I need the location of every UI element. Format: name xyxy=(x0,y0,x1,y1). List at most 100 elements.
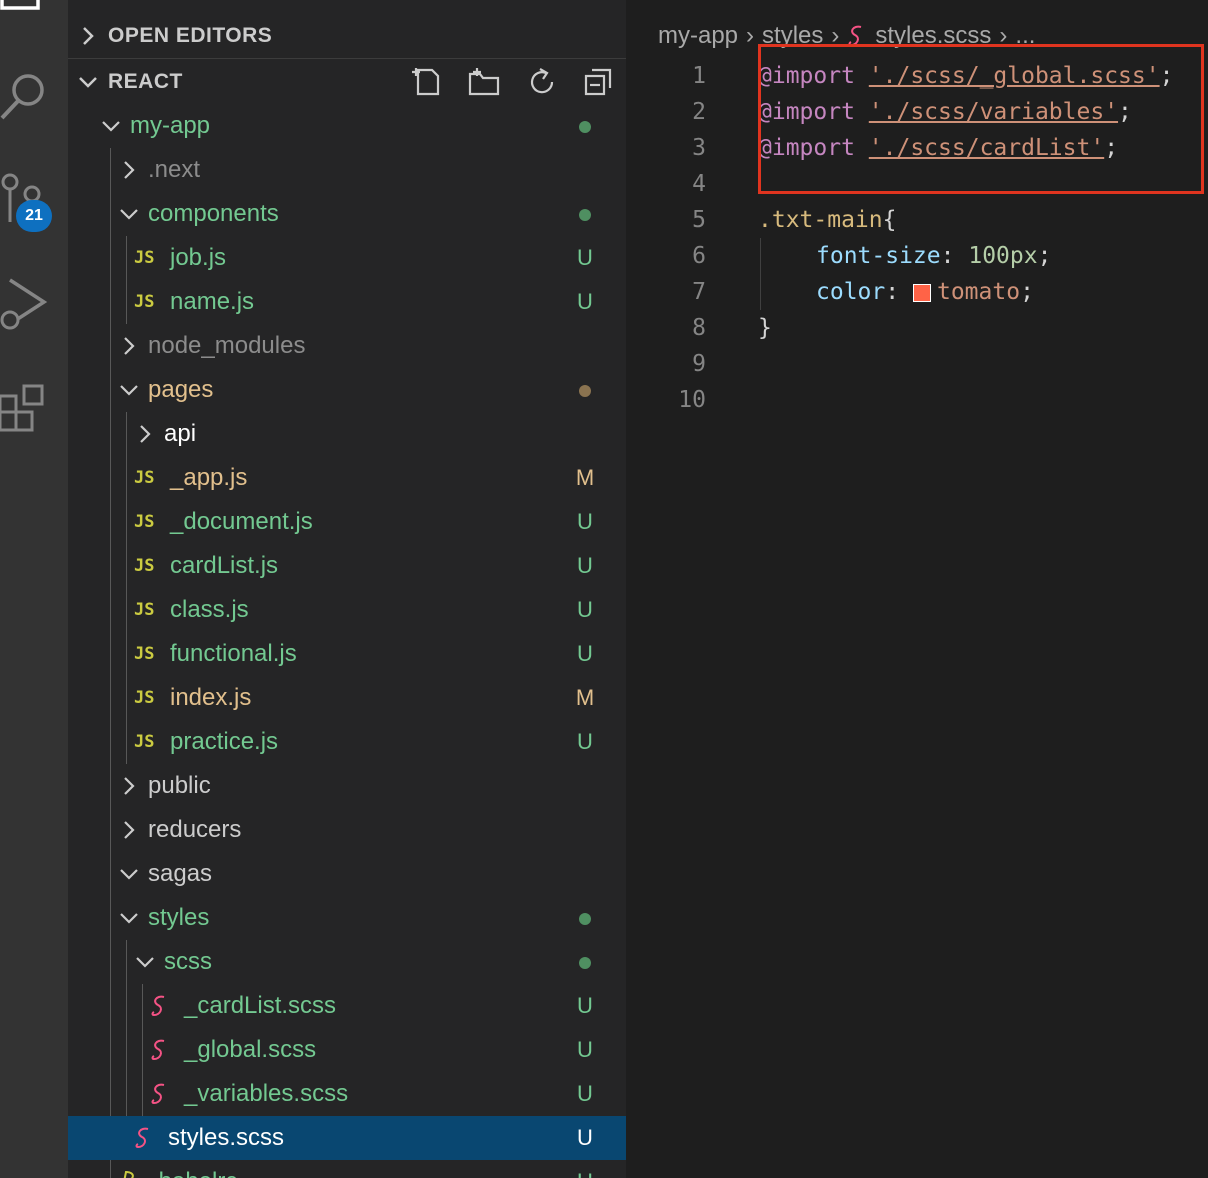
tree-file-practice-js[interactable]: JS practice.js U xyxy=(68,720,626,764)
code-line: 3 @import './scss/cardList'; xyxy=(626,130,1118,166)
javascript-file-icon: JS xyxy=(134,688,155,708)
open-editors-header[interactable]: OPEN EDITORS xyxy=(68,14,626,58)
color-swatch[interactable] xyxy=(912,283,931,302)
chevron-right-icon xyxy=(134,423,156,445)
chevron-right-icon xyxy=(118,335,140,357)
git-status-badge: U xyxy=(577,1081,593,1106)
chevron-down-icon xyxy=(134,951,156,973)
tree-item-label: styles.scss xyxy=(168,1124,285,1151)
tree-file-styles-scss[interactable]: styles.scss U xyxy=(68,1116,626,1160)
tree-item-label: functional.js xyxy=(170,640,297,667)
code-line: 7 color: tomato; xyxy=(626,274,1034,310)
tree-folder-sagas[interactable]: sagas xyxy=(68,852,626,896)
tree-folder-reducers[interactable]: reducers xyxy=(68,808,626,852)
tree-file-variables-scss[interactable]: _variables.scss U xyxy=(68,1072,626,1116)
tree-item-label: pages xyxy=(148,376,214,403)
tree-file-functional-js[interactable]: JS functional.js U xyxy=(68,632,626,676)
javascript-file-icon: JS xyxy=(134,644,155,664)
code-token: 100px xyxy=(968,243,1038,269)
code-line: 9 xyxy=(626,346,706,382)
chevron-down-icon xyxy=(100,115,122,137)
line-number: 5 xyxy=(692,207,706,233)
run-debug-icon[interactable] xyxy=(0,276,68,332)
tree-item-label: styles xyxy=(148,904,210,931)
tree-file-cardlist-scss[interactable]: _cardList.scss U xyxy=(68,984,626,1028)
code-token: ; xyxy=(1037,243,1052,269)
code-token: tomato xyxy=(936,279,1021,305)
workspace-label: REACT xyxy=(108,70,183,93)
explorer-icon[interactable] xyxy=(0,0,68,20)
tree-item-label: job.js xyxy=(170,244,227,271)
tree-folder-styles[interactable]: styles xyxy=(68,896,626,940)
code-line: 8 } xyxy=(626,310,772,346)
tree-file-name-js[interactable]: JS name.js U xyxy=(68,280,626,324)
git-status-badge: U xyxy=(577,1037,593,1062)
code-line: 10 xyxy=(626,382,706,418)
tree-folder-pages[interactable]: pages xyxy=(68,368,626,412)
tree-folder-node-modules[interactable]: node_modules xyxy=(68,324,626,368)
tree-item-label: scss xyxy=(164,948,212,975)
tree-folder-next[interactable]: .next xyxy=(68,148,626,192)
tree-item-label: _document.js xyxy=(170,508,313,535)
code-token: font-size xyxy=(816,243,941,269)
tree-folder-public[interactable]: public xyxy=(68,764,626,808)
chevron-down-icon xyxy=(118,379,140,401)
code-line: 2 @import './scss/variables'; xyxy=(626,94,1132,130)
tree-item-label: name.js xyxy=(170,288,255,315)
tree-folder-api[interactable]: api xyxy=(68,412,626,456)
git-status-badge: U xyxy=(577,289,593,314)
sass-file-icon xyxy=(150,994,174,1018)
line-number: 1 xyxy=(692,63,706,89)
code-editor[interactable]: my-app › styles › styles.scss › ... 1 @i… xyxy=(626,0,1208,1178)
tree-file-class-js[interactable]: JS class.js U xyxy=(68,588,626,632)
git-status-badge: U xyxy=(577,553,593,578)
tree-file-job-js[interactable]: JS job.js U xyxy=(68,236,626,280)
javascript-file-icon: JS xyxy=(134,468,155,488)
line-number: 4 xyxy=(692,171,706,197)
javascript-file-icon: JS xyxy=(134,512,155,532)
section-divider xyxy=(68,58,626,59)
chevron-right-icon: › xyxy=(746,22,755,49)
chevron-down-icon xyxy=(118,907,140,929)
new-folder-icon[interactable] xyxy=(466,64,502,100)
search-icon[interactable] xyxy=(0,70,68,122)
line-number: 2 xyxy=(692,99,706,125)
open-editors-label: OPEN EDITORS xyxy=(108,24,273,47)
tree-file-global-scss[interactable]: _global.scss U xyxy=(68,1028,626,1072)
tree-item-label: class.js xyxy=(170,596,249,623)
code-token: { xyxy=(882,207,897,233)
code-line: 6 font-size: 100px; xyxy=(626,238,1051,274)
tree-file-cardlist-js[interactable]: JS cardList.js U xyxy=(68,544,626,588)
javascript-file-icon: JS xyxy=(134,248,155,268)
line-number: 7 xyxy=(692,279,706,305)
git-status-badge: U xyxy=(577,641,593,666)
tree-item-label: components xyxy=(148,200,279,227)
code-token: color xyxy=(816,279,886,305)
tree-file-app-js[interactable]: JS _app.js M xyxy=(68,456,626,500)
tree-folder-components[interactable]: components xyxy=(68,192,626,236)
tree-folder-scss[interactable]: scss xyxy=(68,940,626,984)
tree-item-label: node_modules xyxy=(148,332,306,359)
sass-file-icon xyxy=(134,1126,158,1150)
indent-guide xyxy=(760,238,761,310)
chevron-right-icon xyxy=(118,775,140,797)
tree-file-document-js[interactable]: JS _document.js U xyxy=(68,500,626,544)
tree-item-label: _cardList.scss xyxy=(184,992,337,1019)
git-status-badge: U xyxy=(577,509,593,534)
tree-item-label: index.js xyxy=(170,684,252,711)
tree-file-index-js[interactable]: JS index.js M xyxy=(68,676,626,720)
chevron-down-icon xyxy=(118,863,140,885)
new-file-icon[interactable] xyxy=(410,64,446,100)
git-status-badge: U xyxy=(577,1125,593,1150)
tree-file-babelrc[interactable]: .babelrc U xyxy=(68,1160,626,1178)
collapse-all-icon[interactable] xyxy=(580,64,616,100)
babel-file-icon xyxy=(118,1170,142,1178)
code-line: 4 xyxy=(626,166,706,202)
breadcrumb-item[interactable]: my-app xyxy=(658,22,738,50)
extensions-icon[interactable] xyxy=(0,384,68,436)
javascript-file-icon: JS xyxy=(134,732,155,752)
git-status-badge: U xyxy=(577,993,593,1018)
tree-folder-my-app[interactable]: my-app xyxy=(68,104,626,148)
chevron-right-icon xyxy=(118,819,140,841)
refresh-icon[interactable] xyxy=(524,64,560,100)
